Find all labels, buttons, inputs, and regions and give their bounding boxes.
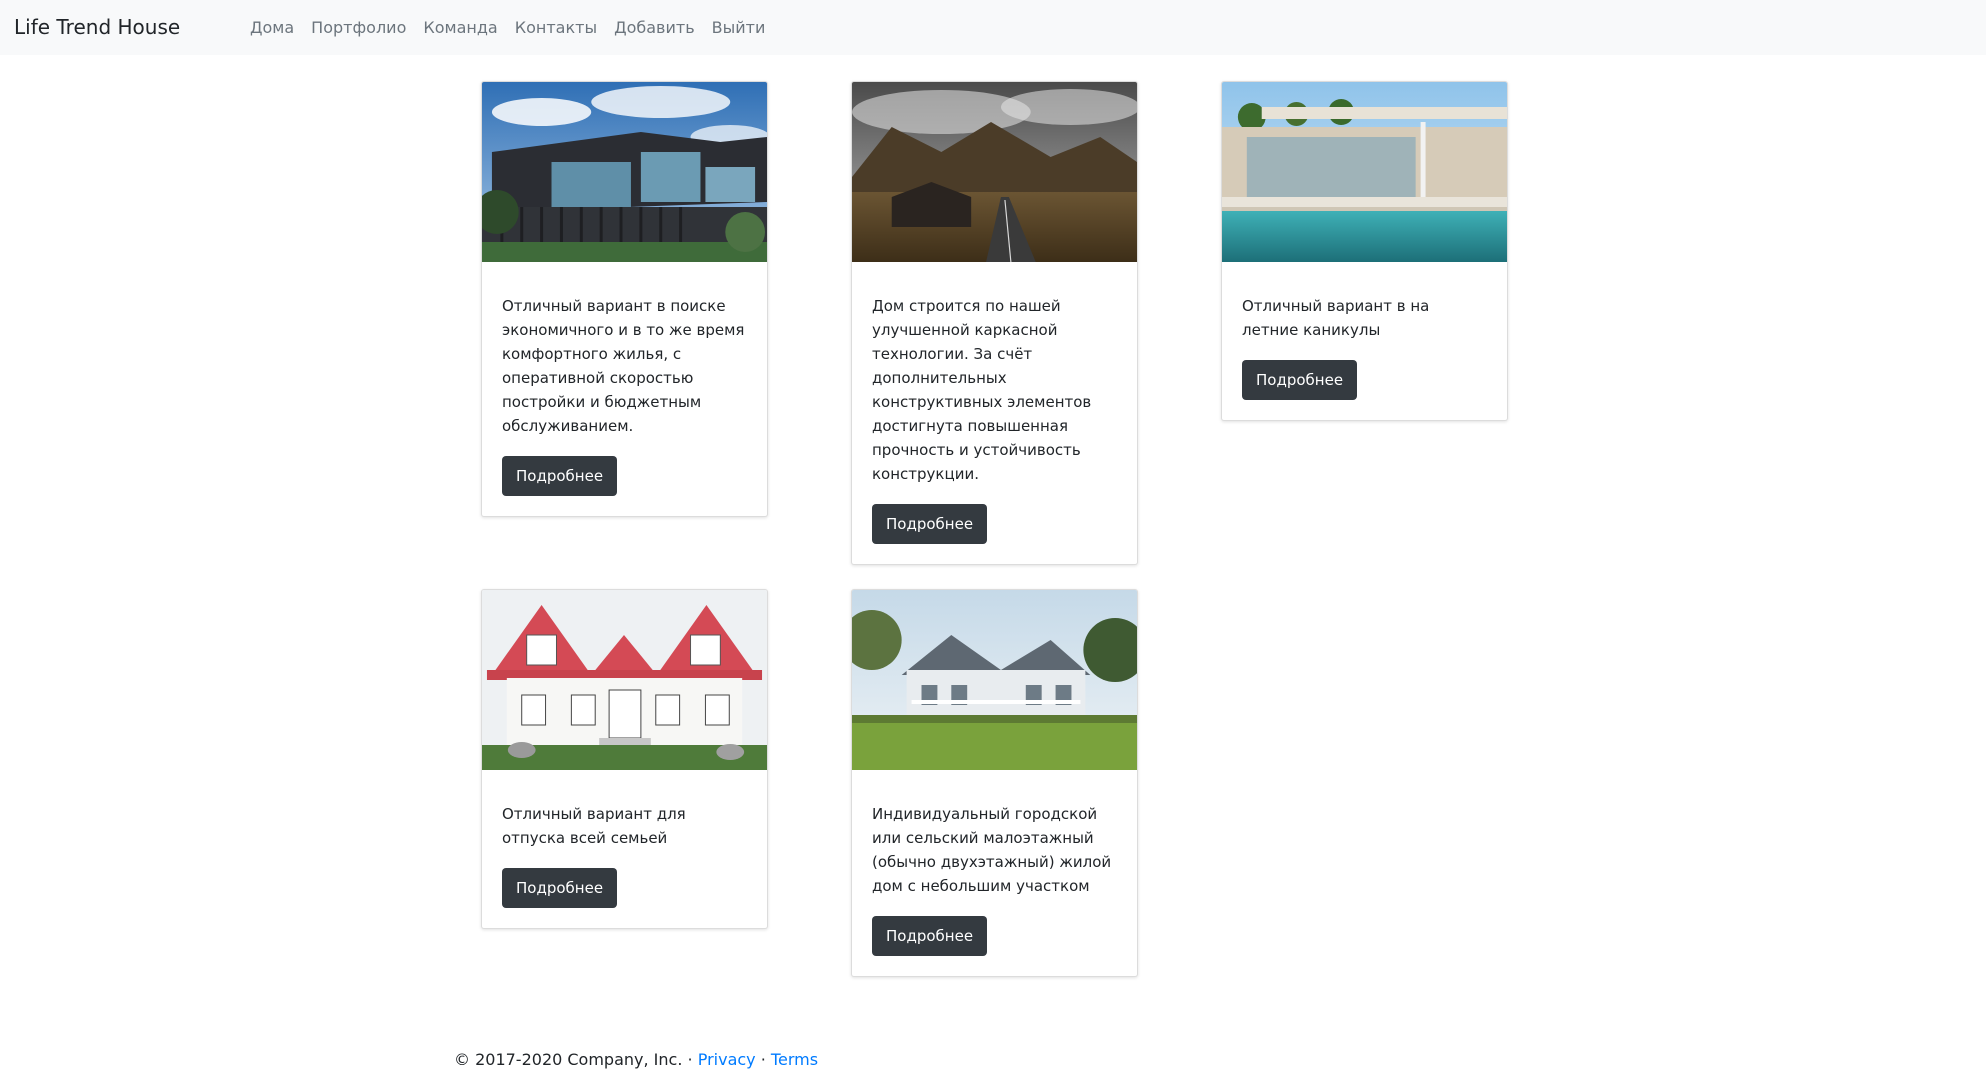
details-button[interactable]: Подробнее (872, 504, 988, 544)
card-description: Индивидуальный городской или сельский ма… (872, 805, 1112, 895)
suburban-house-photo (852, 590, 1137, 770)
footer-separator: · (760, 1050, 766, 1069)
white-red-roof-house-photo (482, 590, 767, 770)
nav-link-add[interactable]: Добавить (614, 18, 695, 37)
details-button[interactable]: Подробнее (502, 868, 618, 908)
pool-villa-photo (1222, 82, 1507, 262)
footer-separator: · (687, 1050, 693, 1069)
house-card: Индивидуальный городской или сельский ма… (851, 589, 1138, 977)
mountain-road-house-photo (852, 82, 1137, 262)
nav-link-team[interactable]: Команда (423, 18, 497, 37)
card-description: Дом строится по нашей улучшенной каркасн… (872, 297, 1092, 483)
brand-logo[interactable]: Life Trend House (14, 15, 180, 39)
house-card: Отличный вариант в на летние каникулы По… (1221, 81, 1508, 421)
nav-link-doma[interactable]: Дома (250, 18, 294, 37)
terms-link[interactable]: Terms (771, 1050, 818, 1069)
house-card: Дом строится по нашей улучшенной каркасн… (851, 81, 1138, 565)
card-description: Отличный вариант для отпуска всей семьей (502, 805, 686, 847)
details-button[interactable]: Подробнее (1242, 360, 1358, 400)
navbar: Life Trend House Дома Портфолио Команда … (0, 0, 1986, 55)
privacy-link[interactable]: Privacy (698, 1050, 756, 1069)
house-card: Отличный вариант в поиске экономичного и… (481, 81, 768, 517)
nav-link-portfolio[interactable]: Портфолио (311, 18, 406, 37)
modern-black-house-photo (482, 82, 767, 262)
nav-links: Дома Портфолио Команда Контакты Добавить… (250, 18, 782, 37)
footer: © 2017-2020 Company, Inc. · Privacy · Te… (454, 1050, 818, 1069)
details-button[interactable]: Подробнее (502, 456, 618, 496)
nav-link-contacts[interactable]: Контакты (515, 18, 597, 37)
card-description: Отличный вариант в на летние каникулы (1242, 297, 1430, 339)
card-description: Отличный вариант в поиске экономичного и… (502, 297, 745, 435)
nav-link-logout[interactable]: Выйти (712, 18, 766, 37)
house-card: Отличный вариант для отпуска всей семьей… (481, 589, 768, 929)
footer-copyright: © 2017-2020 Company, Inc. (454, 1050, 683, 1069)
details-button[interactable]: Подробнее (872, 916, 988, 956)
